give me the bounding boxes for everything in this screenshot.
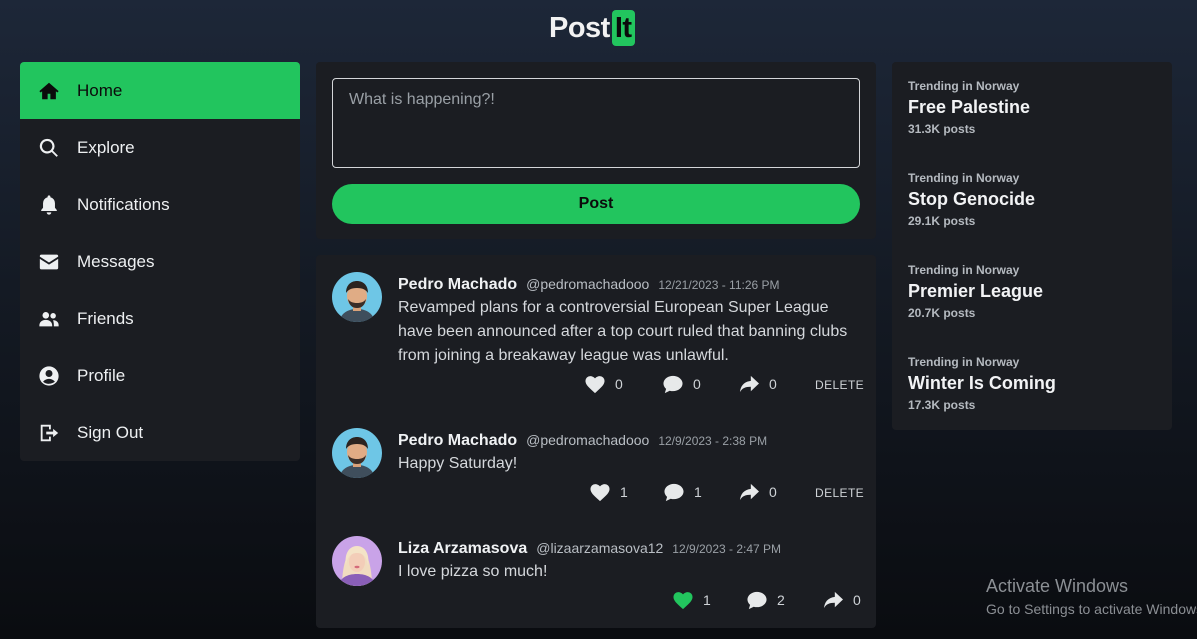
post-timestamp: 12/9/2023 - 2:47 PM — [672, 542, 782, 556]
share-icon — [739, 375, 759, 393]
sidebar-item-label: Messages — [77, 251, 155, 271]
user-circle-icon — [37, 364, 61, 388]
trend-count: 31.3K posts — [908, 122, 976, 136]
sidebar-item-label: Home — [77, 80, 123, 100]
post-timestamp: 12/21/2023 - 11:26 PM — [658, 278, 780, 292]
trend-location: Trending in Norway — [908, 171, 1020, 185]
heart-icon — [590, 484, 610, 502]
trending-item[interactable]: Trending in Norway Winter Is Coming 17.3… — [908, 355, 1056, 412]
post-handle[interactable]: @pedromachadooo — [526, 272, 649, 296]
post-timestamp: 12/9/2023 - 2:38 PM — [658, 434, 768, 448]
post-author[interactable]: Liza Arzamasova — [398, 537, 527, 561]
like-button[interactable]: 0 — [584, 374, 623, 394]
trending-item[interactable]: Trending in Norway Premier League 20.7K … — [908, 263, 1043, 320]
watermark-subtitle: Go to Settings to activate Windows. — [986, 601, 1197, 617]
heart-icon — [585, 376, 605, 394]
sidebar-item-label: Profile — [77, 365, 126, 385]
comment-count: 1 — [694, 484, 702, 500]
post-handle[interactable]: @pedromachadooo — [526, 428, 649, 452]
comment-button[interactable]: 0 — [662, 374, 701, 394]
like-count: 1 — [620, 484, 628, 500]
trend-count: 17.3K posts — [908, 398, 976, 412]
sidebar-item-label: Notifications — [77, 194, 170, 214]
post-body: Liza Arzamasova @lizaarzamasova12 12/9/2… — [398, 536, 860, 584]
delete-button[interactable]: DELETE — [815, 378, 864, 392]
avatar-man-icon[interactable] — [332, 428, 382, 478]
sidebar-item-notifications[interactable]: Notifications — [20, 176, 300, 233]
trend-location: Trending in Norway — [908, 79, 1020, 93]
comment-icon — [747, 591, 767, 610]
heart-icon — [673, 592, 693, 610]
sidebar-item-friends[interactable]: Friends — [20, 290, 300, 347]
app-logo[interactable]: Post It — [549, 10, 635, 46]
sidebar-item-messages[interactable]: Messages — [20, 233, 300, 290]
sidebar-nav: Home Explore Notifications Messages Frie… — [20, 62, 300, 461]
post-text: I love pizza so much! — [398, 563, 548, 580]
like-button[interactable]: 1 — [589, 482, 628, 502]
bell-icon — [37, 193, 61, 217]
sidebar-item-label: Explore — [77, 137, 135, 157]
sidebar-item-home[interactable]: Home — [20, 62, 300, 119]
avatar-woman-icon[interactable] — [332, 536, 382, 586]
logo-text: Post — [549, 11, 610, 44]
post-author[interactable]: Pedro Machado — [398, 429, 517, 453]
share-icon — [823, 591, 843, 609]
sidebar-item-profile[interactable]: Profile — [20, 347, 300, 404]
sidebar-item-sign-out[interactable]: Sign Out — [20, 404, 300, 461]
post-body: Pedro Machado @pedromachadooo 12/9/2023 … — [398, 428, 860, 476]
trend-title: Winter Is Coming — [908, 373, 1056, 393]
trend-count: 29.1K posts — [908, 214, 976, 228]
sidebar-item-label: Friends — [77, 308, 134, 328]
comment-count: 0 — [693, 376, 701, 392]
like-button[interactable]: 1 — [672, 590, 711, 610]
share-count: 0 — [769, 484, 777, 500]
trending-panel: Trending in Norway Free Palestine 31.3K … — [892, 62, 1172, 430]
logo-accent: It — [611, 10, 635, 46]
comment-icon — [664, 483, 684, 502]
share-count: 0 — [769, 376, 777, 392]
like-count: 1 — [703, 592, 711, 608]
share-button[interactable]: 0 — [738, 482, 777, 502]
trending-item[interactable]: Trending in Norway Stop Genocide 29.1K p… — [908, 171, 1035, 228]
share-count: 0 — [853, 592, 861, 608]
trending-item[interactable]: Trending in Norway Free Palestine 31.3K … — [908, 79, 1030, 136]
comment-icon — [663, 375, 683, 394]
trend-location: Trending in Norway — [908, 263, 1020, 277]
post-input[interactable] — [332, 78, 860, 168]
sign-out-icon — [37, 421, 61, 445]
post-button[interactable]: Post — [332, 184, 860, 224]
post-item: Liza Arzamasova @lizaarzamasova12 12/9/2… — [332, 536, 861, 616]
share-button[interactable]: 0 — [738, 374, 777, 394]
post-body: Pedro Machado @pedromachadooo 12/21/2023… — [398, 272, 860, 368]
post-text: Happy Saturday! — [398, 455, 518, 472]
post-text: Revamped plans for a controversial Europ… — [398, 299, 848, 364]
comment-count: 2 — [777, 592, 785, 608]
sidebar-item-label: Sign Out — [77, 422, 144, 442]
post-handle[interactable]: @lizaarzamasova12 — [536, 536, 663, 560]
watermark-title: Activate Windows — [986, 576, 1129, 596]
search-icon — [37, 136, 61, 160]
users-icon — [37, 307, 61, 331]
windows-activation-watermark: Activate Windows Go to Settings to activ… — [986, 576, 1197, 617]
trend-location: Trending in Norway — [908, 355, 1020, 369]
post-composer: Post — [316, 62, 876, 239]
comment-button[interactable]: 2 — [746, 590, 785, 610]
avatar-man-icon[interactable] — [332, 272, 382, 322]
share-icon — [739, 483, 759, 501]
post-item: Pedro Machado @pedromachadooo 12/9/2023 … — [332, 428, 864, 508]
sidebar-item-explore[interactable]: Explore — [20, 119, 300, 176]
like-count: 0 — [615, 376, 623, 392]
trend-count: 20.7K posts — [908, 306, 976, 320]
envelope-icon — [37, 250, 61, 274]
trend-title: Free Palestine — [908, 97, 1031, 117]
home-icon — [37, 79, 61, 103]
trend-title: Premier League — [908, 281, 1044, 301]
post-author[interactable]: Pedro Machado — [398, 273, 517, 297]
delete-button[interactable]: DELETE — [815, 486, 864, 500]
post-item: Pedro Machado @pedromachadooo 12/21/2023… — [332, 272, 864, 402]
post-feed: Pedro Machado @pedromachadooo 12/21/2023… — [316, 255, 876, 628]
share-button[interactable]: 0 — [822, 590, 861, 610]
trend-title: Stop Genocide — [908, 189, 1036, 209]
comment-button[interactable]: 1 — [663, 482, 702, 502]
